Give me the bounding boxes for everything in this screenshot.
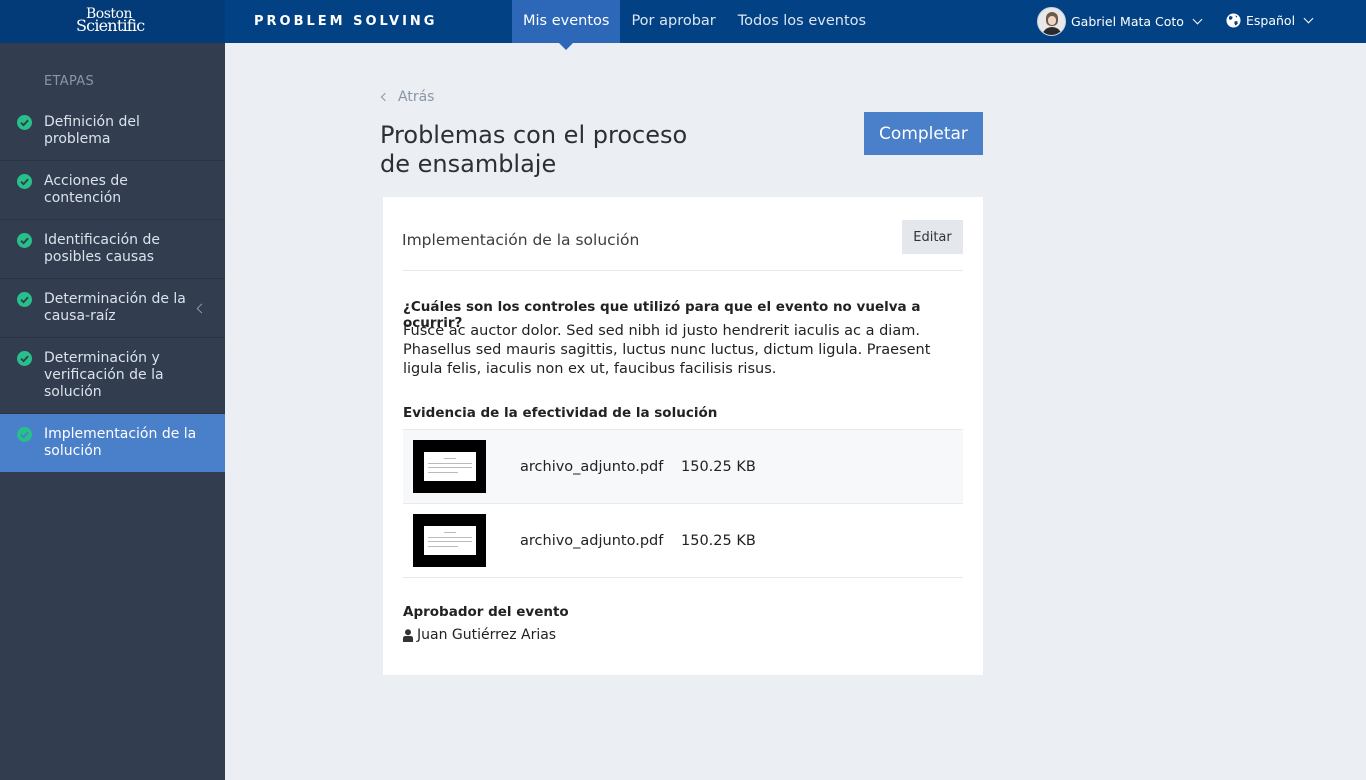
- check-circle-icon: [17, 233, 32, 248]
- sidebar: ETAPAS Definición del problema Acciones …: [0, 43, 225, 780]
- brand-area: Boston Scientific: [0, 0, 225, 43]
- answer-text: Fusce ac auctor dolor. Sed sed nibh id j…: [403, 323, 931, 377]
- top-bar: Boston Scientific PROBLEM SOLVING Mis ev…: [0, 0, 1366, 50]
- file-list: archivo_adjunto.pdf 150.25 KB archivo_ad…: [403, 429, 963, 578]
- sidebar-heading: ETAPAS: [44, 74, 94, 89]
- file-name: archivo_adjunto.pdf: [520, 532, 664, 549]
- sidebar-item-label: Determinación de la causa-raíz: [44, 291, 186, 324]
- nav-por-aprobar[interactable]: Por aprobar: [620, 0, 726, 43]
- file-size: 150.25 KB: [681, 532, 756, 549]
- file-item[interactable]: archivo_adjunto.pdf 150.25 KB: [403, 430, 963, 504]
- logo-line-2: Scientific: [76, 16, 145, 35]
- user-icon: [403, 628, 413, 642]
- avatar: [1037, 7, 1066, 36]
- sidebar-item-definicion[interactable]: Definición del problema: [0, 102, 225, 161]
- sidebar-item-label: Determinación y verificación de la soluc…: [44, 350, 164, 400]
- check-circle-icon: [17, 174, 32, 189]
- check-circle-icon: [17, 351, 32, 366]
- approver-label: Aprobador del evento: [403, 604, 569, 620]
- boston-scientific-logo[interactable]: Boston Scientific: [76, 7, 145, 35]
- check-circle-icon: [17, 115, 32, 130]
- file-thumbnail: [413, 440, 486, 493]
- sidebar-item-causa-raiz[interactable]: Determinación de la causa-raíz: [0, 279, 225, 338]
- card-title: Implementación de la solución: [402, 231, 640, 249]
- sidebar-item-verificacion[interactable]: Determinación y verificación de la soluc…: [0, 338, 225, 414]
- sidebar-item-label: Identificación de posibles causas: [44, 232, 160, 265]
- language-label: Español: [1246, 13, 1296, 28]
- globe-icon: [1226, 13, 1241, 28]
- approver-name: Juan Gutiérrez Arias: [417, 627, 557, 643]
- user-menu[interactable]: Gabriel Mata Coto: [1037, 7, 1203, 36]
- sidebar-item-label: Definición del problema: [44, 114, 140, 147]
- nav-todos-los-eventos[interactable]: Todos los eventos: [727, 0, 877, 43]
- sidebar-item-label: Implementación de la solución: [44, 426, 197, 459]
- file-size: 150.25 KB: [681, 458, 756, 475]
- solution-card: Implementación de la solución Editar ¿Cu…: [383, 197, 983, 675]
- back-link[interactable]: Atrás: [380, 89, 435, 105]
- file-item[interactable]: archivo_adjunto.pdf 150.25 KB: [403, 504, 963, 578]
- chevron-down-icon: [1192, 14, 1203, 25]
- back-label: Atrás: [398, 89, 435, 105]
- chevron-left-icon: [380, 92, 390, 102]
- check-circle-icon: [17, 427, 32, 442]
- chevron-left-icon: [196, 303, 207, 314]
- check-circle-icon: [17, 292, 32, 307]
- sidebar-item-contencion[interactable]: Acciones de contención: [0, 161, 225, 220]
- sidebar-item-label: Acciones de contención: [44, 173, 128, 206]
- steps-list: Definición del problema Acciones de cont…: [0, 102, 225, 472]
- page-title: Problemas con el proceso de ensamblaje: [380, 121, 688, 178]
- approver: Juan Gutiérrez Arias: [403, 627, 556, 643]
- file-thumbnail: [413, 514, 486, 567]
- divider: [403, 270, 963, 271]
- language-selector[interactable]: Español: [1226, 13, 1314, 28]
- user-name: Gabriel Mata Coto: [1071, 14, 1184, 29]
- main-nav: Mis eventos Por aprobar Todos los evento…: [512, 0, 877, 50]
- evidence-title: Evidencia de la efectividad de la soluci…: [403, 405, 718, 421]
- chevron-down-icon: [1303, 13, 1314, 24]
- file-name: archivo_adjunto.pdf: [520, 458, 664, 475]
- app-title: PROBLEM SOLVING: [254, 14, 438, 29]
- sidebar-item-causas[interactable]: Identificación de posibles causas: [0, 220, 225, 279]
- sidebar-item-implementacion[interactable]: Implementación de la solución: [0, 414, 225, 472]
- nav-mis-eventos[interactable]: Mis eventos: [512, 0, 621, 50]
- edit-button[interactable]: Editar: [902, 220, 963, 254]
- complete-button[interactable]: Completar: [864, 112, 983, 155]
